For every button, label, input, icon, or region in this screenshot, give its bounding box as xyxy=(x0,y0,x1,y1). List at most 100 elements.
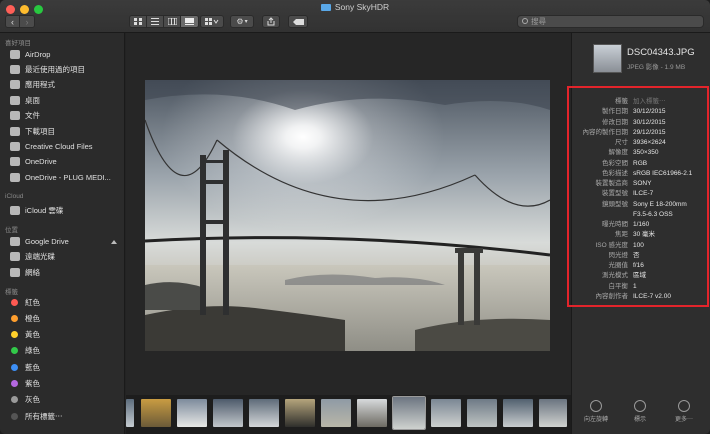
tags-button[interactable] xyxy=(288,15,308,28)
sidebar-item-fav-8[interactable]: OneDrive - PLUG MEDI... xyxy=(0,170,125,184)
icon-view-button[interactable] xyxy=(130,16,147,27)
applications-icon xyxy=(10,80,20,90)
rotate-left-button[interactable]: 向左旋轉 xyxy=(576,395,616,423)
desktop-icon xyxy=(10,95,20,105)
sidebar-item-label: 紅色 xyxy=(25,297,40,307)
finder-window: Sony SkyHDR ‹ › ⚙ ▾ 搜尋 喜好項目 iCloud 位置 標籤 … xyxy=(0,0,710,434)
sidebar-item-label: 文件 xyxy=(25,111,40,121)
sidebar-item-fav-1[interactable]: 最近使用過的項目 xyxy=(0,62,125,76)
sidebar-item-label: AirDrop xyxy=(25,49,51,59)
file-icon xyxy=(593,44,622,73)
sidebar-header-favorites: 喜好項目 xyxy=(5,40,31,47)
sidebar-tag-2[interactable]: 黃色 xyxy=(0,328,125,342)
metadata-value: ILCE-7 v2.00 xyxy=(633,292,671,300)
sidebar-item-fav-6[interactable]: Creative Cloud Files xyxy=(0,139,125,153)
thumbnail-selected[interactable] xyxy=(392,396,426,430)
sidebar-item-fav-0[interactable]: AirDrop xyxy=(0,47,125,61)
toolbar: Sony SkyHDR ‹ › ⚙ ▾ 搜尋 xyxy=(0,0,710,33)
sidebar-item-label: OneDrive - PLUG MEDI... xyxy=(25,172,111,182)
tag-color-dot xyxy=(11,314,18,322)
sidebar-item-label: 遠端光碟 xyxy=(25,252,55,261)
folder-icon xyxy=(10,141,20,151)
drive-icon xyxy=(10,236,20,246)
thumbnail[interactable] xyxy=(249,399,279,427)
thumbnail[interactable] xyxy=(285,399,315,427)
sidebar-item-label: OneDrive xyxy=(25,157,57,167)
thumbnail-strip xyxy=(126,395,571,434)
sidebar-item-label: Google Drive xyxy=(25,236,69,246)
sidebar-item-label: 黃色 xyxy=(25,330,40,340)
sidebar-item-fav-4[interactable]: 文件 xyxy=(0,109,125,123)
sidebar-item-label: 紫色 xyxy=(25,379,40,388)
share-button[interactable] xyxy=(262,15,280,28)
sidebar-tag-1[interactable]: 橙色 xyxy=(0,311,125,325)
nav-buttons: ‹ › xyxy=(5,15,35,28)
sidebar-item-fav-2[interactable]: 應用程式 xyxy=(0,78,125,92)
thumbnail[interactable] xyxy=(321,399,351,427)
thumbnail[interactable] xyxy=(177,399,207,427)
quick-actions: 向左旋轉 標示 更多⋯ xyxy=(571,395,710,434)
folder-icon xyxy=(10,157,20,167)
sidebar-item-icloud[interactable]: iCloud 雲碟 xyxy=(0,203,125,217)
sidebar-tag-4[interactable]: 藍色 xyxy=(0,360,125,374)
rotate-left-icon xyxy=(590,400,602,412)
sidebar-item-label: 網絡 xyxy=(25,267,40,277)
group-button[interactable] xyxy=(200,15,224,28)
cloud-icon xyxy=(10,205,20,215)
sidebar-item-label: 最近使用過的項目 xyxy=(25,64,85,74)
back-button[interactable]: ‹ xyxy=(6,16,21,27)
markup-icon xyxy=(634,400,646,412)
sidebar-item-label: 應用程式 xyxy=(25,80,55,90)
sidebar: 喜好項目 iCloud 位置 標籤 AirDrop 最近使用過的項目 應用程式 桌面文… xyxy=(0,33,125,434)
search-field[interactable]: 搜尋 xyxy=(517,15,704,28)
airdrop-icon xyxy=(10,49,20,59)
documents-icon xyxy=(10,111,20,121)
gallery-view-button[interactable] xyxy=(181,16,198,27)
thumbnail[interactable] xyxy=(141,399,171,427)
sidebar-item-label: 橙色 xyxy=(25,313,40,323)
thumbnail[interactable] xyxy=(539,399,567,427)
tag-color-dot xyxy=(11,347,18,355)
sidebar-item-fav-7[interactable]: OneDrive xyxy=(0,155,125,169)
gear-icon: ⚙ xyxy=(236,17,244,26)
sidebar-tag-6[interactable]: 灰色 xyxy=(0,393,125,407)
sidebar-item-loc-2[interactable]: 網絡 xyxy=(0,265,125,279)
more-button[interactable]: 更多⋯ xyxy=(664,395,704,423)
sidebar-item-label: 綠色 xyxy=(25,346,40,356)
folder-icon xyxy=(320,4,331,11)
sidebar-item-label: 下載項目 xyxy=(25,126,55,136)
sidebar-item-loc-0[interactable]: Google Drive xyxy=(0,234,125,248)
thumbnail[interactable] xyxy=(503,399,533,427)
column-view-button[interactable] xyxy=(164,16,181,27)
sidebar-tag-7[interactable]: 所有標籤⋯ xyxy=(0,409,125,423)
sidebar-item-fav-3[interactable]: 桌面 xyxy=(0,93,125,107)
thumbnail[interactable] xyxy=(213,399,243,427)
sidebar-header-locations: 位置 xyxy=(5,227,18,234)
tag-color-dot xyxy=(11,331,18,339)
list-view-button[interactable] xyxy=(147,16,164,27)
sidebar-tag-0[interactable]: 紅色 xyxy=(0,295,125,309)
sidebar-tag-3[interactable]: 綠色 xyxy=(0,344,125,358)
thumbnail[interactable] xyxy=(357,399,387,427)
view-switcher xyxy=(129,15,199,28)
downloads-icon xyxy=(10,126,20,136)
folder-icon xyxy=(10,172,20,182)
sidebar-item-fav-5[interactable]: 下載項目 xyxy=(0,124,125,138)
thumbnail[interactable] xyxy=(431,399,461,427)
action-button[interactable]: ⚙ ▾ xyxy=(230,15,254,28)
tag-color-dot xyxy=(11,298,18,306)
sidebar-tag-5[interactable]: 紫色 xyxy=(0,377,125,391)
eject-icon[interactable] xyxy=(111,238,117,244)
preview-image[interactable] xyxy=(145,80,550,351)
sidebar-item-loc-1[interactable]: 遠端光碟 xyxy=(0,250,125,264)
sidebar-item-label: iCloud 雲碟 xyxy=(25,205,64,215)
forward-button[interactable]: › xyxy=(20,16,34,27)
tag-color-dot xyxy=(11,412,18,420)
disc-icon xyxy=(10,252,20,261)
thumbnail[interactable] xyxy=(126,399,134,427)
markup-button[interactable]: 標示 xyxy=(620,395,660,423)
tag-color-dot xyxy=(11,363,18,371)
sidebar-header-icloud: iCloud xyxy=(5,193,24,200)
sidebar-item-label: 桌面 xyxy=(25,95,40,105)
thumbnail[interactable] xyxy=(467,399,497,427)
